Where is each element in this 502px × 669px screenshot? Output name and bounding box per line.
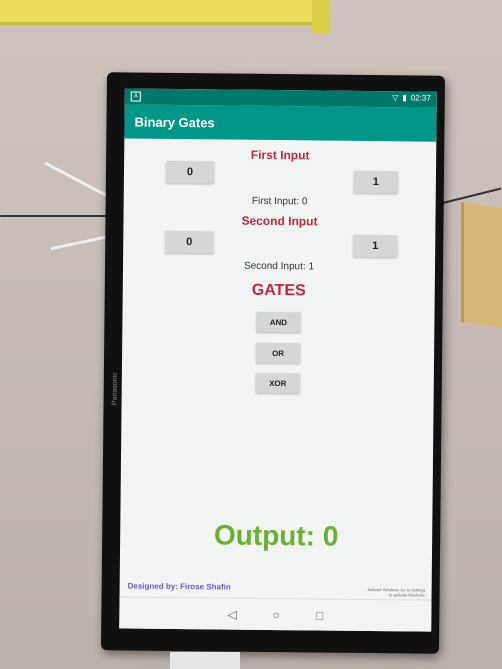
monitor-mount <box>170 652 240 669</box>
designer-credit: Designed by: Firose Shafin <box>127 581 231 592</box>
background-cable <box>0 215 110 217</box>
wifi-icon: ▽ <box>392 93 399 103</box>
gates-header: GATES <box>251 281 306 300</box>
notification-icon: A <box>130 91 141 102</box>
first-input-status: First Input: 0 <box>251 195 308 208</box>
xor-gate-button[interactable]: XOR <box>255 372 300 394</box>
output-text: Output: 0 <box>213 519 339 552</box>
second-input-one-button[interactable]: 1 <box>353 234 398 258</box>
background-shelf <box>0 0 330 25</box>
battery-icon: ▮ <box>402 93 407 103</box>
second-input-status: Second Input: 1 <box>243 260 315 273</box>
second-input-zero-button[interactable]: 0 <box>165 230 214 254</box>
first-input-one-button[interactable]: 1 <box>353 170 399 194</box>
back-icon[interactable]: ◁ <box>227 608 236 622</box>
app-title: Binary Gates <box>134 114 215 131</box>
recents-icon[interactable]: □ <box>316 608 323 622</box>
footer: Designed by: Firose Shafin Activate Wind… <box>120 578 432 599</box>
activation-watermark: Activate Windows Go to Settings to activ… <box>367 587 426 598</box>
monitor-bezel: Panasonic A ▽ ▮ 02:37 Binary Gates First… <box>100 72 446 654</box>
first-input-zero-button[interactable]: 0 <box>165 160 215 184</box>
background-cable <box>440 187 502 205</box>
main-content: First Input 0 1 First Input: 0 Second In… <box>120 138 437 599</box>
status-time: 02:37 <box>410 93 431 103</box>
monitor-brand: Panasonic <box>111 372 119 406</box>
home-icon[interactable]: ○ <box>273 608 280 622</box>
navigation-bar: ◁ ○ □ <box>119 596 432 632</box>
and-gate-button[interactable]: AND <box>256 311 301 333</box>
app-bar: Binary Gates <box>124 104 437 142</box>
background-doorframe <box>461 202 502 328</box>
tablet-screen: A ▽ ▮ 02:37 Binary Gates First Input 0 1… <box>119 88 437 632</box>
second-input-header: Second Input <box>241 213 318 229</box>
or-gate-button[interactable]: OR <box>256 342 301 364</box>
background-shelf-leg <box>312 0 330 34</box>
